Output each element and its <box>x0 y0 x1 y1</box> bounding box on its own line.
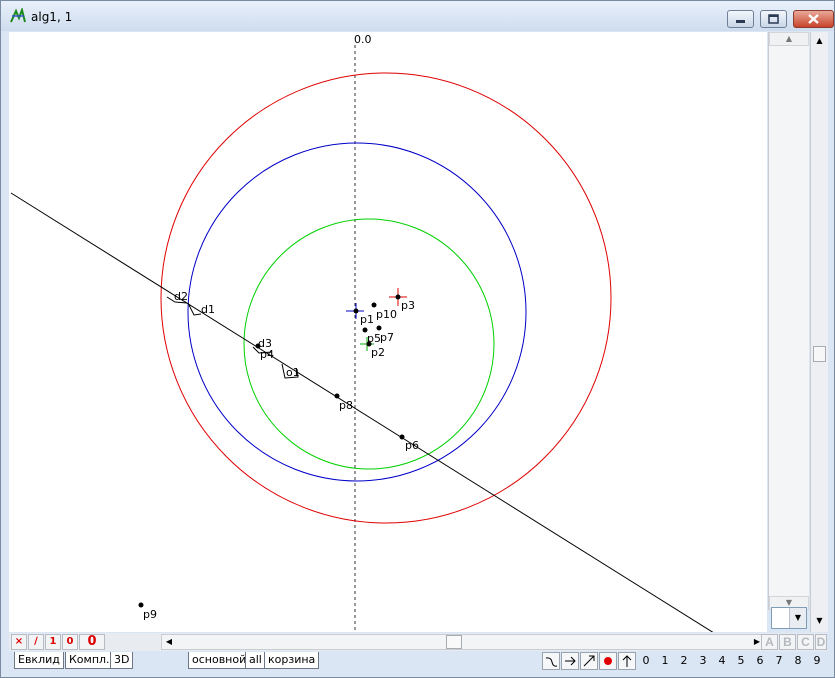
marker-d1: d1 <box>201 303 215 316</box>
app-logo-icon <box>10 8 26 23</box>
tab-3d[interactable]: 3D <box>110 652 134 669</box>
geometry-drawing: 0.0 d2 d1 d3 o1 p1 p2 p3 p4 p5 p6 p7 p8 … <box>10 33 714 632</box>
marker-d2: d2 <box>174 290 188 303</box>
digit-4[interactable]: 4 <box>713 654 731 667</box>
counter-display: 0 <box>79 634 105 650</box>
scroll-left-icon[interactable]: ◀ <box>162 635 176 649</box>
diagonal-tool-button[interactable] <box>580 652 598 670</box>
svg-text:p7: p7 <box>380 331 394 344</box>
minimize-button[interactable] <box>727 10 754 28</box>
digit-0[interactable]: 0 <box>637 654 655 667</box>
digit-6[interactable]: 6 <box>751 654 769 667</box>
main-line[interactable] <box>10 192 714 632</box>
tab-trash[interactable]: корзина <box>264 652 320 669</box>
svg-text:p2: p2 <box>371 346 385 359</box>
scroll-up-arrow-icon[interactable]: ▲ <box>769 32 809 46</box>
tab-all[interactable]: all <box>245 652 266 669</box>
diagonal-arrow-icon <box>583 655 595 667</box>
chevron-down-icon[interactable]: ▼ <box>789 608 806 628</box>
minimize-icon <box>736 20 745 23</box>
svg-text:p6: p6 <box>405 439 419 452</box>
svg-text:p4: p4 <box>260 348 274 361</box>
red-dot-icon <box>604 657 612 665</box>
outer-circle[interactable] <box>160 72 612 524</box>
point-p9[interactable]: p9 <box>138 602 157 622</box>
tab-complex[interactable]: Компл. <box>65 652 114 669</box>
arrow-up-icon <box>622 655 632 667</box>
app-window: alg1, 1 0.0 d2 d1 d3 o1 p1 p2 p3 p4 p5 p… <box>0 0 835 678</box>
point-p7[interactable]: p7 <box>376 325 394 345</box>
scroll-up-icon[interactable]: ▲ <box>813 34 826 48</box>
scroll-track[interactable] <box>769 46 809 596</box>
marker-o1: o1 <box>286 366 300 379</box>
horizontal-scroll-thumb[interactable] <box>446 635 462 649</box>
digit-7[interactable]: 7 <box>770 654 788 667</box>
letter-b-button[interactable]: B <box>779 634 796 650</box>
point-p8[interactable]: p8 <box>334 393 353 413</box>
point-p6[interactable]: p6 <box>399 434 419 453</box>
digit-5[interactable]: 5 <box>732 654 750 667</box>
maximize-icon <box>768 14 779 24</box>
vertical-scroll-thumb[interactable] <box>813 346 826 362</box>
tab-main[interactable]: основной <box>188 652 251 669</box>
svg-text:p9: p9 <box>143 608 157 621</box>
tab-euclid[interactable]: Евклид <box>14 652 64 669</box>
svg-text:p8: p8 <box>339 399 353 412</box>
digit-2[interactable]: 2 <box>675 654 693 667</box>
title-bar[interactable]: alg1, 1 <box>1 1 834 31</box>
segment-button[interactable]: ∕ <box>28 634 44 650</box>
digit-8[interactable]: 8 <box>789 654 807 667</box>
maximize-button[interactable] <box>760 10 787 28</box>
axis-label: 0.0 <box>354 33 372 46</box>
layer-select[interactable]: ▼ <box>771 607 807 629</box>
close-icon <box>808 14 819 24</box>
letter-d-button[interactable]: D <box>815 634 827 650</box>
curve-icon <box>545 657 558 667</box>
toggle-one-button[interactable]: 1 <box>45 634 61 650</box>
point-tool-button[interactable] <box>599 652 617 670</box>
svg-text:p1: p1 <box>360 313 374 326</box>
drawing-canvas[interactable]: 0.0 d2 d1 d3 o1 p1 p2 p3 p4 p5 p6 p7 p8 … <box>9 32 767 632</box>
digit-3[interactable]: 3 <box>694 654 712 667</box>
toggle-zero-button[interactable]: 0 <box>62 634 78 650</box>
status-bar: × ∕ 1 0 0 ◀ ▶ A B C D <box>9 633 827 651</box>
close-button[interactable] <box>793 10 834 28</box>
side-panel-scrollbar[interactable]: ▲ ▼ <box>768 32 809 610</box>
arrow-tool-button[interactable] <box>561 652 579 670</box>
horizontal-scrollbar[interactable]: ◀ ▶ <box>161 634 765 650</box>
digit-9[interactable]: 9 <box>808 654 826 667</box>
tab-bar: Евклид Компл. 3D основной all корзина 0 … <box>9 652 827 670</box>
svg-text:p3: p3 <box>401 299 415 312</box>
curve-tool-button[interactable] <box>542 652 560 670</box>
svg-text:p5: p5 <box>367 332 381 345</box>
vertical-scrollbar[interactable]: ▲ ▼ <box>810 32 828 632</box>
letter-a-button[interactable]: A <box>761 634 778 650</box>
arrow-right-icon <box>565 656 576 666</box>
window-title: alg1, 1 <box>31 10 73 24</box>
svg-text:p10: p10 <box>376 308 397 321</box>
point-p10[interactable]: p10 <box>371 302 397 322</box>
delete-button[interactable]: × <box>11 634 27 650</box>
up-tool-button[interactable] <box>618 652 636 670</box>
scroll-down-icon[interactable]: ▼ <box>813 614 826 628</box>
digit-1[interactable]: 1 <box>656 654 674 667</box>
letter-c-button[interactable]: C <box>797 634 814 650</box>
